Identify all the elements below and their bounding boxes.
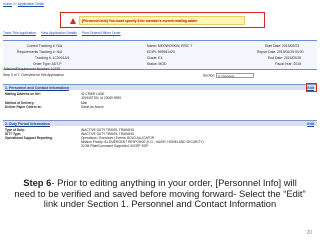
section-select[interactable]: 0. Overview <box>216 73 255 78</box>
mission-requirement-number: Mission/Requirement Number: 10239 <box>4 67 61 71</box>
step-text: Step 0 of 7: Overview for this Applicati… <box>3 73 64 77</box>
view-application-details-link[interactable]: View Application Details <box>41 31 77 35</box>
screenshot-page: Home >> Application Detail [Personnel In… <box>0 0 320 240</box>
breadcrumb: Home >> Application Detail <box>3 2 44 6</box>
section-select-value: 0. Overview <box>218 74 235 78</box>
member-edipi: EDIPI: 999981423 <box>147 50 175 54</box>
deliver-orders-value: Same As Above <box>81 104 104 109</box>
mailing-address-label: Mailing Address on file: <box>5 92 41 96</box>
alert-message-box: [Personnel Info] You must specify $ for … <box>79 16 245 25</box>
duty-period-fields: Type of Duty: INACTIVE DUTY TRAVEL TRAIN… <box>3 128 317 164</box>
caption-step-label: Step 6 <box>23 177 52 188</box>
section-2-edit-link[interactable]: Edit <box>307 122 314 126</box>
member-grade: Grade: E4 <box>147 56 163 60</box>
instruction-caption: Step 6- Prior to editing anything in you… <box>14 177 306 210</box>
alert-message: [Personnel Info] You must specify $ for … <box>82 19 198 23</box>
tracking-number: Tracking #: 1C0001A/1 <box>35 56 70 60</box>
section-1-title[interactable]: 1. Personnel and Contact Information <box>5 86 69 90</box>
breadcrumb-current-link[interactable]: Application Detail <box>18 2 44 6</box>
section-select-label: Section: <box>203 73 216 78</box>
requirements-tracking: Requirements Tracking #: N/A <box>17 50 63 54</box>
section-2-header: 2. Duty Period Information Edit <box>3 120 317 126</box>
fiscal-year: Fiscal Year: 2015 <box>275 62 302 66</box>
mailing-address-line2: JOHNSTON, IA 23069-9995 <box>81 96 121 100</box>
application-summary-header: Control Tracking #: N/A Requirements Tra… <box>3 40 317 71</box>
end-date: End Date: 2015/02/28 <box>268 56 301 60</box>
section-1-header: 1. Personnel and Contact Information Edi… <box>3 83 317 92</box>
operational-support-label: Operational Support Reporting: <box>5 136 53 140</box>
section-select-group: Section: 0. Overview <box>203 73 255 78</box>
step-indicator: Step 0 of 7: Overview for this Applicati… <box>3 73 317 79</box>
start-date: Start Date: 2015/02/23 <box>265 44 300 48</box>
validation-alert: [Personnel Info] You must specify $ for … <box>60 12 265 28</box>
warning-icon <box>70 18 76 24</box>
action-toolbar: Track This Application View Application … <box>3 31 317 38</box>
report-date: Report Date: 2015/02/25 00:00 <box>257 50 304 54</box>
member-name: Name: MEOWOSKIN, ERIC T <box>147 44 193 48</box>
operational-support-line3: ICOM Pillar/Command Supported: III/CRP-S… <box>81 144 149 148</box>
order-type: Order Type: ADT-P <box>33 62 62 66</box>
breadcrumb-home-link[interactable]: Home <box>3 2 12 6</box>
application-status: Status: MOD <box>147 62 167 66</box>
print-orders-link[interactable]: Print Orders/Officer Order <box>82 31 121 35</box>
edit-highlight-box <box>306 83 317 92</box>
page-number: 20 <box>306 230 312 236</box>
deliver-orders-label: Deliver Paper Orders to: <box>5 104 42 109</box>
personnel-contact-fields: Mailing Address on file: 41 CRIER LANE J… <box>3 92 317 116</box>
caption-text: - Prior to editing anything in your orde… <box>14 177 306 210</box>
control-tracking: Control Tracking #: N/A <box>27 44 63 48</box>
track-application-link[interactable]: Track This Application <box>3 31 36 35</box>
section-2-title[interactable]: 2. Duty Period Information <box>5 122 50 126</box>
